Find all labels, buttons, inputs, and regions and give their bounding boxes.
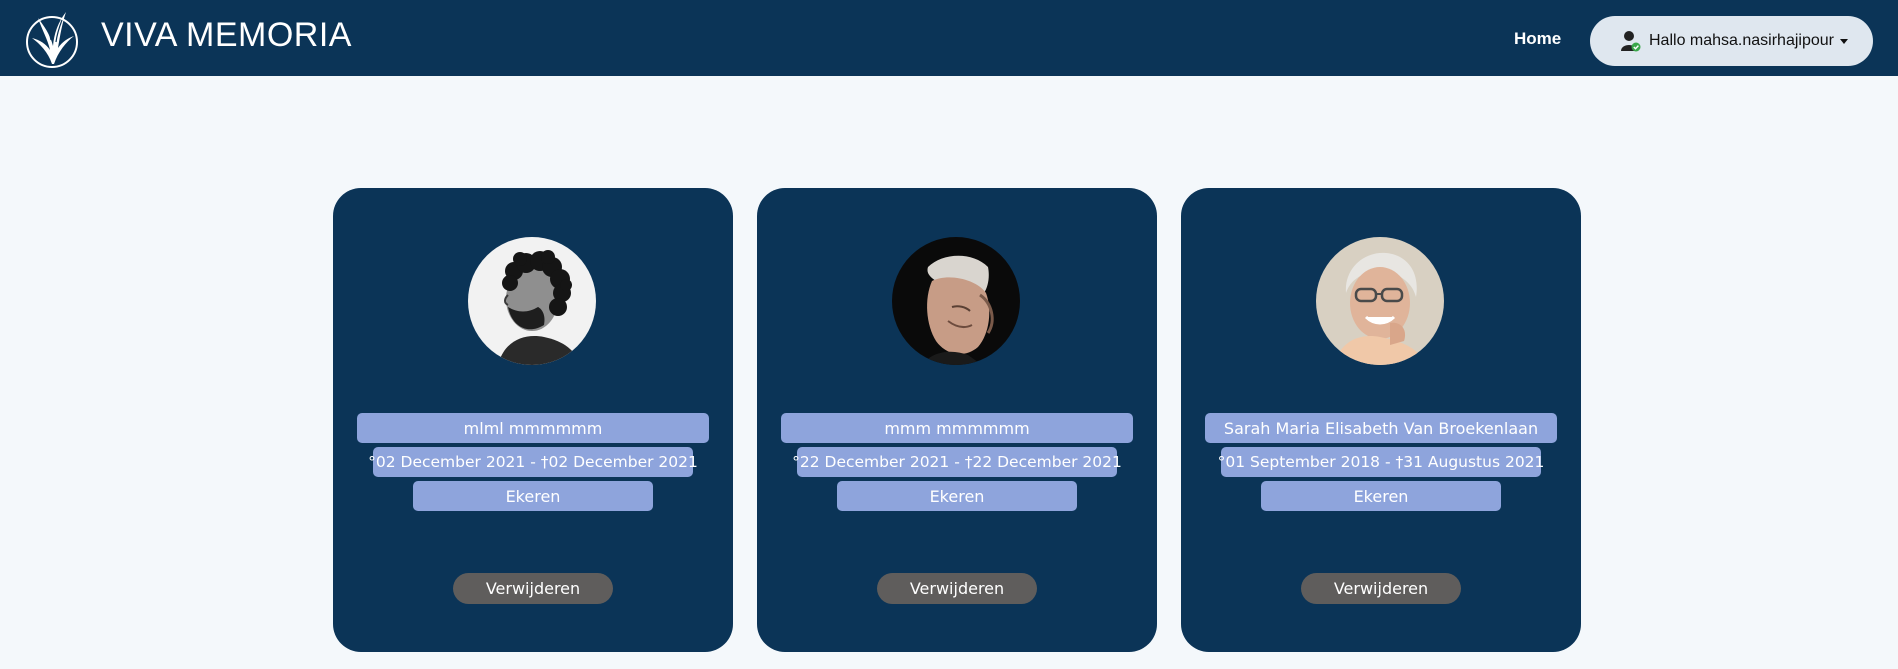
deceased-name: mmm mmmmmm bbox=[781, 413, 1133, 443]
memorial-card[interactable]: Sarah Maria Elisabeth Van Broekenlaan °0… bbox=[1181, 188, 1581, 652]
brand-title[interactable]: VIVA MEMORIA bbox=[101, 16, 352, 55]
user-menu-button[interactable]: Hallo mahsa.nasirhajipour bbox=[1590, 16, 1873, 66]
user-verified-icon bbox=[1621, 31, 1641, 52]
chevron-down-icon bbox=[1839, 39, 1848, 44]
life-dates: °22 December 2021 - †22 December 2021 bbox=[792, 447, 1122, 477]
avatar bbox=[1316, 237, 1444, 365]
place-label: Ekeren bbox=[413, 481, 653, 511]
phoenix-logo-icon[interactable] bbox=[22, 4, 82, 74]
avatar bbox=[892, 237, 1020, 365]
user-greeting: Hallo mahsa.nasirhajipour bbox=[1649, 32, 1834, 49]
delete-button[interactable]: Verwijderen bbox=[1301, 573, 1461, 604]
memorial-card[interactable]: mmm mmmmmm °22 December 2021 - †22 Decem… bbox=[757, 188, 1157, 652]
avatar bbox=[468, 237, 596, 365]
memorial-card[interactable]: mlml mmmmmm °02 December 2021 - †02 Dece… bbox=[333, 188, 733, 652]
life-dates: °01 September 2018 - †31 Augustus 2021 bbox=[1218, 447, 1544, 477]
life-dates: °02 December 2021 - †02 December 2021 bbox=[368, 447, 698, 477]
deceased-name: mlml mmmmmm bbox=[357, 413, 709, 443]
navbar: VIVA MEMORIA Home Hallo mahsa.nasirhajip… bbox=[0, 0, 1898, 76]
delete-button[interactable]: Verwijderen bbox=[453, 573, 613, 604]
delete-button[interactable]: Verwijderen bbox=[877, 573, 1037, 604]
nav-home-link[interactable]: Home bbox=[1514, 29, 1561, 49]
place-label: Ekeren bbox=[837, 481, 1077, 511]
deceased-name: Sarah Maria Elisabeth Van Broekenlaan bbox=[1205, 413, 1557, 443]
place-label: Ekeren bbox=[1261, 481, 1501, 511]
